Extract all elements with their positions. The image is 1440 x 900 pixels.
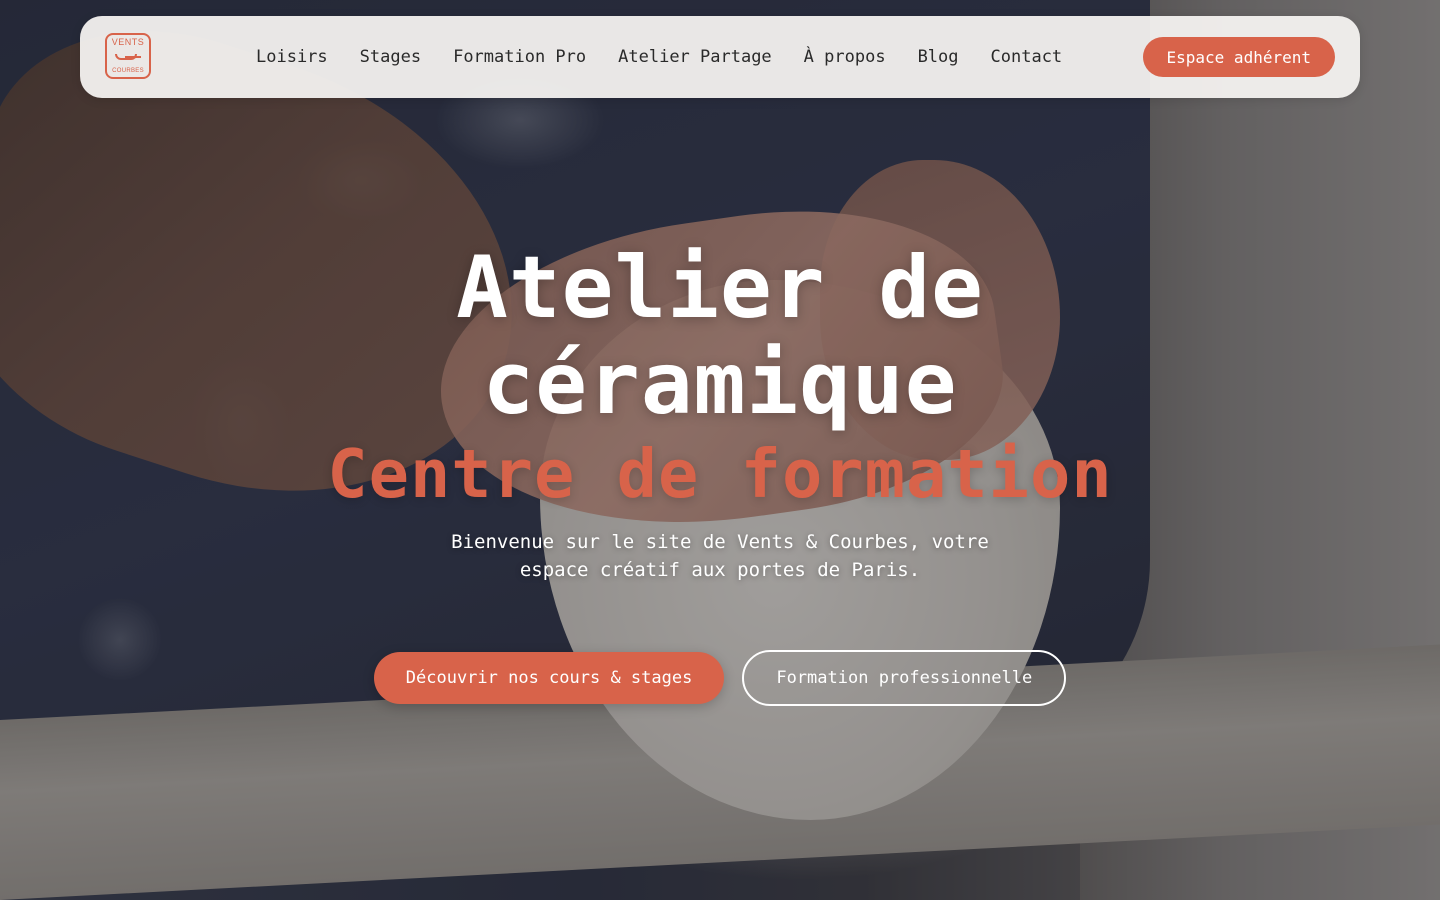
hero-lead-line1: Bienvenue sur le site de Vents & Courbes… — [451, 531, 989, 553]
nav-item-contact[interactable]: Contact — [991, 47, 1063, 67]
hero-lead: Bienvenue sur le site de Vents & Courbes… — [420, 528, 1020, 584]
hero-title-line2: céramique — [482, 334, 958, 434]
nav-item-blog[interactable]: Blog — [918, 47, 959, 67]
hero-subtitle: Centre de formation — [327, 435, 1113, 513]
site-logo[interactable]: VENTS COURBES — [105, 33, 151, 79]
hero-cta-row: Découvrir nos cours & stages Formation p… — [0, 650, 1440, 706]
nav-item-loisirs[interactable]: Loisirs — [256, 47, 328, 67]
logo-text-top: VENTS — [111, 37, 145, 47]
nav-item-formation-pro[interactable]: Formation Pro — [453, 47, 586, 67]
top-navbar: VENTS COURBES Loisirs Stages Formation P… — [80, 16, 1360, 98]
hero-section: VENTS COURBES Loisirs Stages Formation P… — [0, 0, 1440, 900]
hero-title: Atelier de céramique — [0, 240, 1440, 432]
nav-menu: Loisirs Stages Formation Pro Atelier Par… — [256, 16, 1062, 98]
logo-text-bottom: COURBES — [112, 68, 144, 74]
professional-training-button[interactable]: Formation professionnelle — [742, 650, 1067, 706]
nav-item-stages[interactable]: Stages — [360, 47, 421, 67]
discover-courses-button[interactable]: Découvrir nos cours & stages — [373, 652, 725, 704]
logo-mark-icon — [115, 53, 141, 63]
hero-title-line1: Atelier de — [456, 238, 984, 338]
nav-item-a-propos[interactable]: À propos — [804, 47, 886, 67]
nav-item-atelier-partage[interactable]: Atelier Partage — [618, 47, 772, 67]
member-area-button[interactable]: Espace adhérent — [1142, 37, 1335, 77]
hero-content: Atelier de céramique Centre de formation… — [0, 240, 1440, 584]
hero-lead-line2: espace créatif aux portes de Paris. — [519, 559, 921, 581]
